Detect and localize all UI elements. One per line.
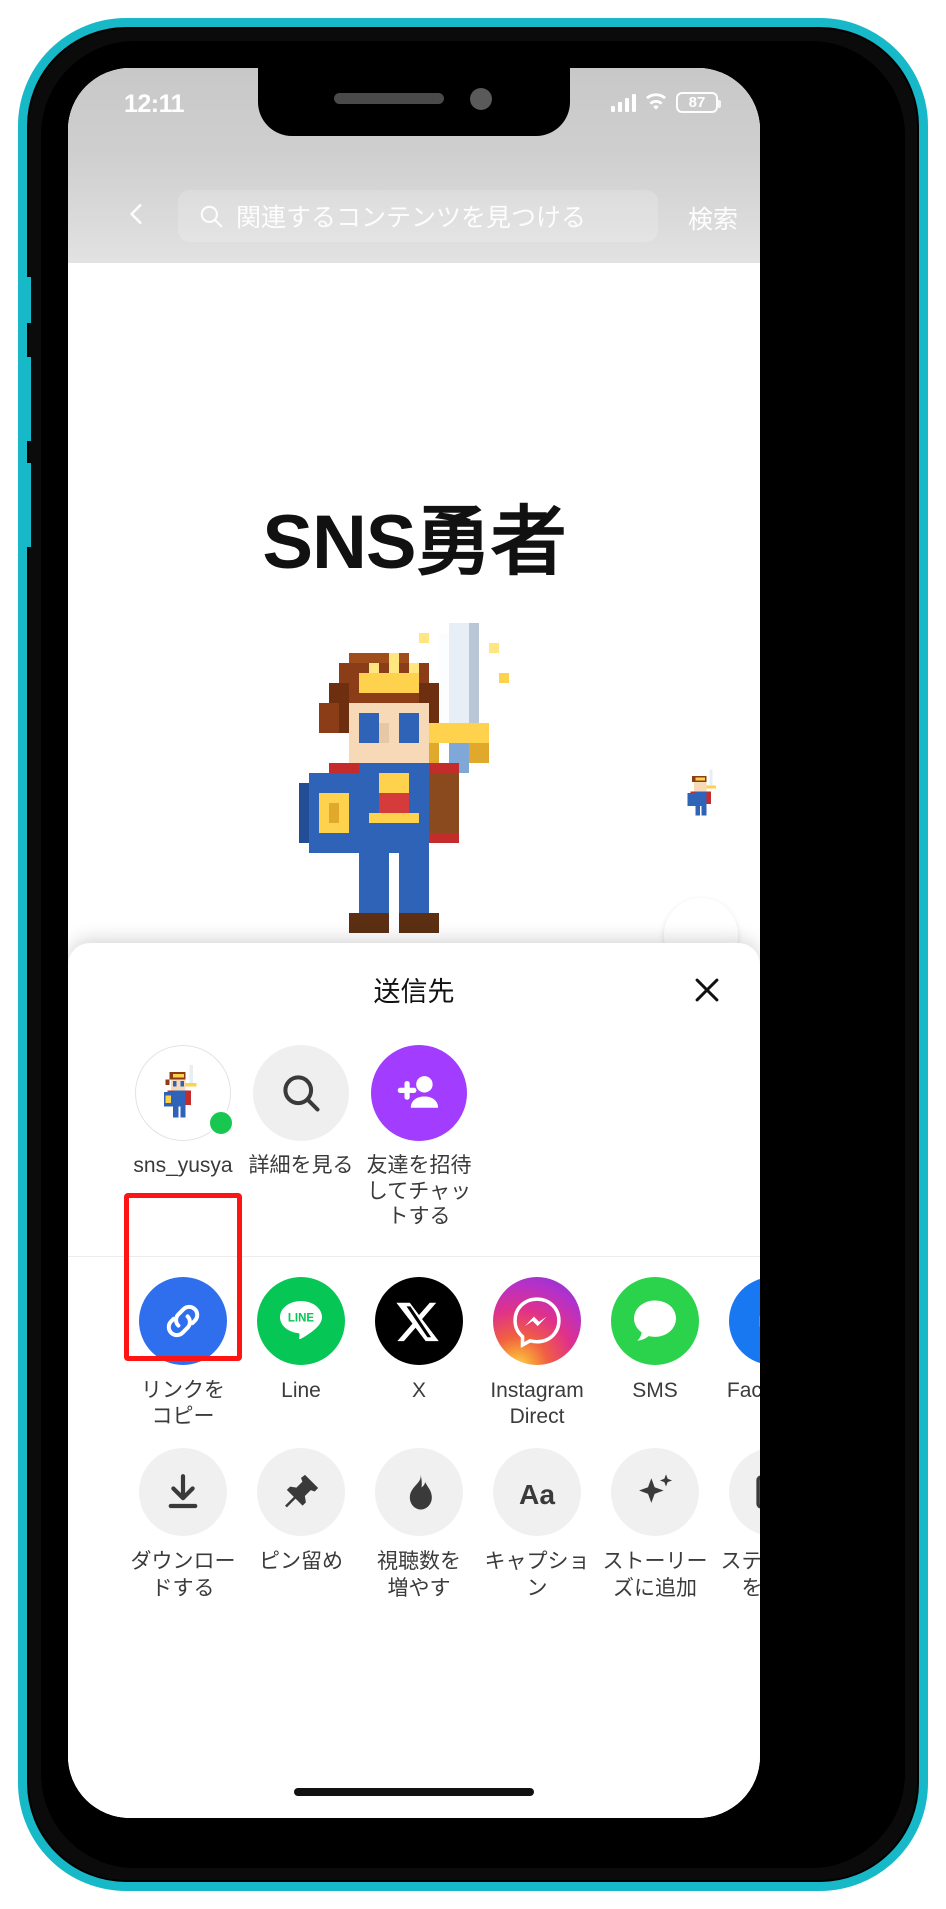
share-person-label: 詳細を見る xyxy=(248,1154,354,1177)
app-label: SMS xyxy=(632,1378,678,1402)
battery-icon: 87 xyxy=(676,92,721,113)
share-action-download[interactable]: ダウンロー ドする xyxy=(124,1448,242,1602)
search-icon xyxy=(283,1075,320,1112)
online-status-dot xyxy=(207,1109,235,1137)
share-person-sns_yusya[interactable]: sns_yusya xyxy=(124,1045,242,1230)
action-icon-wrap xyxy=(257,1448,345,1537)
sparkle-icon xyxy=(639,1474,673,1504)
svg-text:Aa: Aa xyxy=(519,1479,555,1510)
app-icon-wrap: LINE xyxy=(257,1276,345,1365)
app-icon-wrap xyxy=(493,1276,581,1365)
sticker-icon xyxy=(756,1475,760,1509)
action-icon-wrap xyxy=(375,1448,463,1537)
share-action-create-sticker[interactable]: ステッカーを作成 xyxy=(714,1448,760,1602)
share-action-add-to-story[interactable]: ストーリー ズに追加 xyxy=(596,1448,714,1602)
share-sheet-title: 送信先 xyxy=(373,976,455,1007)
line-icon: LINE xyxy=(280,1300,322,1339)
share-sheet-header: 送信先 xyxy=(68,943,760,1035)
app-icon-wrap xyxy=(375,1276,463,1365)
action-label: 視聴数を 増やす xyxy=(377,1550,461,1600)
pixel-hero-sprite xyxy=(299,623,509,933)
share-sheet: 送信先 sns_yusya 詳細を見る 友達を招待してチャットする リンクを コ… xyxy=(68,943,760,1818)
svg-text:LINE: LINE xyxy=(288,1312,315,1324)
share-action-boost-views[interactable]: 視聴数を 増やす xyxy=(360,1448,478,1602)
close-icon[interactable] xyxy=(690,973,724,1007)
avatar-wrap xyxy=(253,1045,349,1141)
share-person-invite-friends[interactable]: 友達を招待してチャットする xyxy=(360,1045,478,1230)
app-icon-wrap xyxy=(729,1276,760,1365)
search-input[interactable]: 関連するコンテンツを見つける xyxy=(178,190,658,242)
phone-screen: SNS勇者 関連するコンテンツを見つける 検索 12:11 87 送信先 sns… xyxy=(68,68,760,1818)
status-indicators: 87 xyxy=(610,92,721,113)
earpiece-speaker xyxy=(334,93,444,104)
avatar xyxy=(253,1045,349,1141)
share-option-line[interactable]: LINE Line xyxy=(242,1276,360,1404)
battery-percent: 87 xyxy=(688,94,706,111)
share-action-row: ダウンロー ドする ピン留め 視聴数を 増やす Aa キャプショ ン ストーリー… xyxy=(68,1430,760,1602)
flame-icon xyxy=(409,1474,432,1510)
messenger-icon xyxy=(513,1297,561,1348)
app-label: Line xyxy=(281,1378,321,1402)
avatar-wrap xyxy=(135,1045,235,1141)
avatar xyxy=(371,1045,467,1141)
video-title: SNS勇者 xyxy=(262,500,566,585)
back-chevron-icon[interactable] xyxy=(124,196,150,232)
action-icon-wrap: Aa xyxy=(493,1448,581,1537)
action-icon-wrap xyxy=(729,1448,760,1537)
cellular-signal-icon xyxy=(610,93,636,112)
silent-switch[interactable] xyxy=(23,277,31,323)
share-option-copy-link[interactable]: リンクを コピー xyxy=(124,1276,242,1431)
phone-device-frame: SNS勇者 関連するコンテンツを見つける 検索 12:11 87 送信先 sns… xyxy=(18,18,928,1891)
pixel-hero-mini-sprite xyxy=(687,769,716,816)
action-label: ダウンロー ドする xyxy=(130,1550,236,1600)
action-icon-wrap xyxy=(139,1448,227,1537)
action-label: ストーリー ズに追加 xyxy=(602,1550,708,1600)
share-person-label: 友達を招待してチャットする xyxy=(366,1154,472,1229)
download-icon xyxy=(168,1474,198,1509)
share-person-see-details[interactable]: 詳細を見る xyxy=(242,1045,360,1230)
share-app-row: リンクを コピー LINE Line X Instagram Direct SM… xyxy=(68,1257,760,1431)
app-label: リンクを コピー xyxy=(141,1378,225,1429)
app-icon-wrap xyxy=(139,1276,227,1365)
action-label: ステッカーを作成 xyxy=(720,1550,761,1600)
home-indicator[interactable] xyxy=(294,1788,534,1796)
share-option-x[interactable]: X xyxy=(360,1276,478,1404)
share-people-row: sns_yusya 詳細を見る 友達を招待してチャットする xyxy=(68,1035,760,1230)
avatar-wrap xyxy=(371,1045,467,1141)
x-icon xyxy=(396,1302,439,1341)
share-action-caption[interactable]: Aa キャプション xyxy=(478,1448,596,1602)
action-icon-wrap xyxy=(611,1448,699,1537)
link-icon xyxy=(166,1304,200,1337)
sms-bubble-icon xyxy=(634,1300,676,1341)
action-label: キャプション xyxy=(484,1550,590,1600)
status-time: 12:11 xyxy=(124,90,185,118)
action-label: ピン留め xyxy=(259,1550,343,1574)
user-avatar-sprite xyxy=(163,1064,197,1118)
search-submit-button[interactable]: 検索 xyxy=(688,200,738,236)
app-label: X xyxy=(411,1378,426,1402)
share-option-sms[interactable]: SMS xyxy=(596,1276,714,1404)
wifi-icon xyxy=(646,93,666,110)
volume-down-button[interactable] xyxy=(23,463,31,547)
volume-up-button[interactable] xyxy=(23,357,31,441)
facebook-icon xyxy=(759,1315,760,1327)
search-icon xyxy=(200,205,223,228)
app-icon-wrap xyxy=(611,1276,699,1365)
app-label: Facebook xyxy=(726,1378,760,1402)
front-camera xyxy=(470,88,492,110)
text-aa-icon: Aa xyxy=(519,1479,555,1510)
pin-icon xyxy=(285,1475,319,1508)
share-option-instagram-direct[interactable]: Instagram Direct xyxy=(478,1276,596,1431)
add-friend-icon xyxy=(397,1076,439,1108)
share-action-pin[interactable]: ピン留め xyxy=(242,1448,360,1575)
share-option-facebook[interactable]: Facebook xyxy=(714,1276,760,1404)
share-person-label: sns_yusya xyxy=(133,1154,233,1177)
app-label: Instagram Direct xyxy=(490,1378,584,1429)
device-notch xyxy=(258,68,570,136)
search-placeholder-text: 関連するコンテンツを見つける xyxy=(236,204,587,232)
